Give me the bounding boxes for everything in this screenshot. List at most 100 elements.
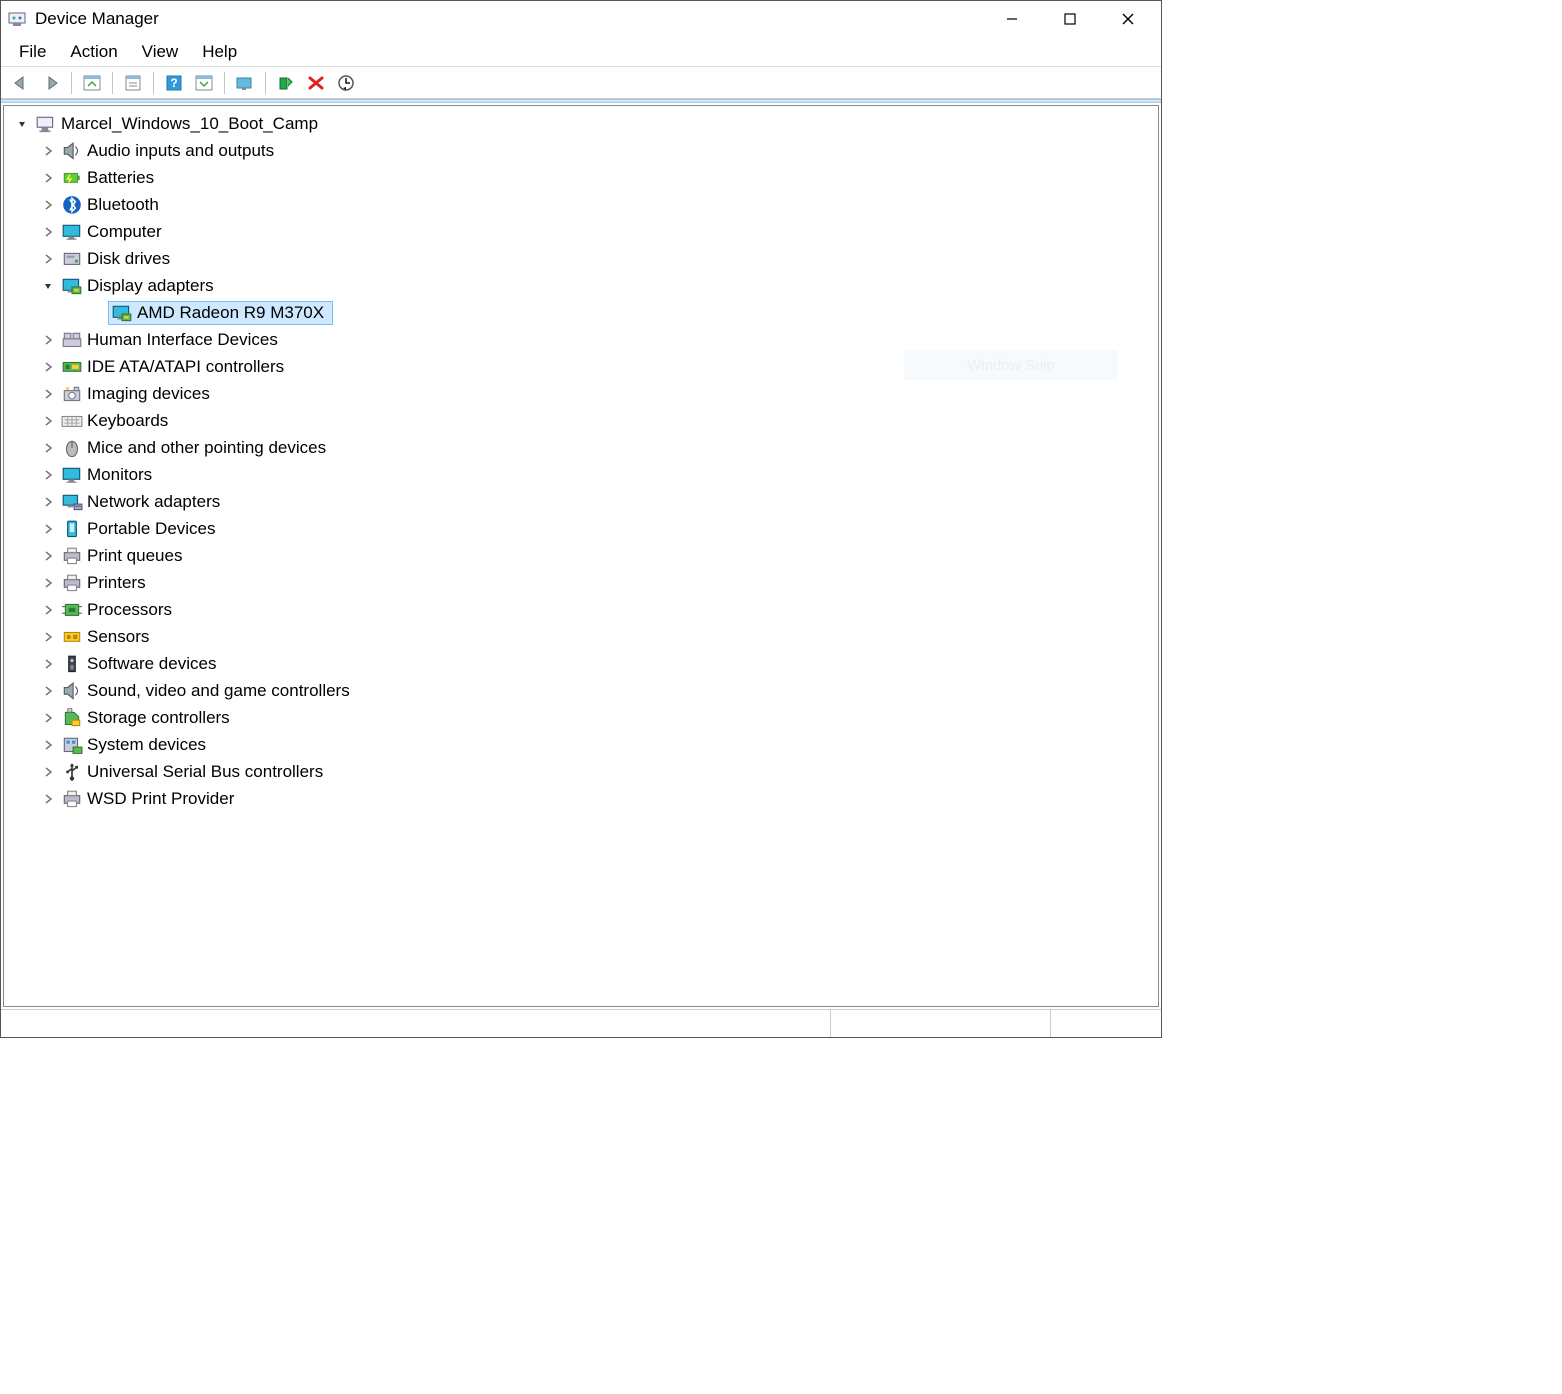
tree-item[interactable]: Marcel_Windows_10_Boot_Camp (4, 110, 1158, 137)
chevron-right-icon[interactable] (40, 224, 56, 240)
tree-item-label: Processors (87, 600, 176, 620)
speaker-icon (61, 681, 83, 701)
scan-hardware-button[interactable] (332, 70, 360, 96)
menu-file[interactable]: File (7, 38, 58, 66)
tree-item[interactable]: WSD Print Provider (4, 785, 1158, 812)
tree-item-label: Batteries (87, 168, 158, 188)
chevron-down-icon[interactable] (40, 278, 56, 294)
properties-button[interactable] (119, 70, 147, 96)
tree-item-label: Mice and other pointing devices (87, 438, 330, 458)
tree-item[interactable]: Universal Serial Bus controllers (4, 758, 1158, 785)
chevron-right-icon[interactable] (40, 494, 56, 510)
tree-item[interactable]: Disk drives (4, 245, 1158, 272)
tree-item[interactable]: Audio inputs and outputs (4, 137, 1158, 164)
show-hidden-button[interactable] (190, 70, 218, 96)
update-driver-button[interactable] (231, 70, 259, 96)
chevron-right-icon[interactable] (40, 629, 56, 645)
chevron-right-icon[interactable] (40, 413, 56, 429)
tree-item-label: Printers (87, 573, 150, 593)
tree-item-label: Bluetooth (87, 195, 163, 215)
chevron-right-icon[interactable] (40, 575, 56, 591)
forward-button[interactable] (37, 70, 65, 96)
chevron-right-icon[interactable] (40, 143, 56, 159)
chevron-right-icon[interactable] (40, 521, 56, 537)
chevron-right-icon[interactable] (40, 710, 56, 726)
hid-icon (61, 330, 83, 350)
tree-item[interactable]: System devices (4, 731, 1158, 758)
system-icon (61, 735, 83, 755)
tree-item[interactable]: Bluetooth (4, 191, 1158, 218)
tree-item[interactable]: Print queues (4, 542, 1158, 569)
back-button[interactable] (7, 70, 35, 96)
enable-device-button[interactable] (272, 70, 300, 96)
tree-item[interactable]: Storage controllers (4, 704, 1158, 731)
tree-item-label: Network adapters (87, 492, 224, 512)
chevron-right-icon[interactable] (40, 683, 56, 699)
chevron-right-icon[interactable] (40, 737, 56, 753)
tree-item-label: Human Interface Devices (87, 330, 282, 350)
help-button[interactable]: ? (160, 70, 188, 96)
display-adapter-icon (61, 276, 83, 296)
tree-item[interactable]: Monitors (4, 461, 1158, 488)
minimize-button[interactable] (983, 1, 1041, 37)
tree-item[interactable]: Sound, video and game controllers (4, 677, 1158, 704)
menu-help[interactable]: Help (190, 38, 249, 66)
statusbar (1, 1009, 1161, 1037)
tree-item[interactable]: Keyboards (4, 407, 1158, 434)
chevron-right-icon[interactable] (40, 764, 56, 780)
window-title: Device Manager (35, 9, 159, 29)
printer-icon (61, 546, 83, 566)
sensor-icon (61, 627, 83, 647)
device-tree[interactable]: Marcel_Windows_10_Boot_CampAudio inputs … (3, 105, 1159, 1007)
tree-item-label: AMD Radeon R9 M370X (137, 303, 328, 323)
close-button[interactable] (1099, 1, 1157, 37)
chevron-right-icon[interactable] (40, 197, 56, 213)
chevron-right-icon[interactable] (40, 791, 56, 807)
printer-icon (61, 789, 83, 809)
chevron-right-icon[interactable] (40, 251, 56, 267)
printer-icon (61, 573, 83, 593)
chevron-right-icon[interactable] (40, 170, 56, 186)
monitor-icon (61, 222, 83, 242)
tree-item[interactable]: Processors (4, 596, 1158, 623)
show-hide-tree-button[interactable] (78, 70, 106, 96)
tree-item[interactable]: Sensors (4, 623, 1158, 650)
menu-view[interactable]: View (130, 38, 191, 66)
chevron-right-icon[interactable] (40, 548, 56, 564)
chevron-right-icon[interactable] (40, 332, 56, 348)
tree-item[interactable]: Mice and other pointing devices (4, 434, 1158, 461)
monitor-icon (61, 465, 83, 485)
chevron-right-icon[interactable] (40, 602, 56, 618)
tree-item-label: Disk drives (87, 249, 174, 269)
tree-item[interactable]: Network adapters (4, 488, 1158, 515)
tree-item[interactable]: Software devices (4, 650, 1158, 677)
tree-item-label: Sensors (87, 627, 153, 647)
tree-item[interactable]: Display adapters (4, 272, 1158, 299)
tree-item[interactable]: Portable Devices (4, 515, 1158, 542)
expander-none (90, 305, 106, 321)
toolbar: ? (1, 67, 1161, 99)
chevron-down-icon[interactable] (14, 116, 30, 132)
chevron-right-icon[interactable] (40, 359, 56, 375)
cpu-icon (61, 600, 83, 620)
tree-item[interactable]: Imaging devices (4, 380, 1158, 407)
battery-icon (61, 168, 83, 188)
tree-item-label: Keyboards (87, 411, 172, 431)
maximize-button[interactable] (1041, 1, 1099, 37)
menu-action[interactable]: Action (58, 38, 129, 66)
chevron-right-icon[interactable] (40, 656, 56, 672)
bluetooth-icon (61, 195, 83, 215)
tree-item[interactable]: Printers (4, 569, 1158, 596)
uninstall-device-button[interactable] (302, 70, 330, 96)
mouse-icon (61, 438, 83, 458)
tree-item[interactable]: AMD Radeon R9 M370X (4, 299, 1158, 326)
tree-item-label: Portable Devices (87, 519, 220, 539)
tree-item-label: Sound, video and game controllers (87, 681, 354, 701)
portable-icon (61, 519, 83, 539)
chevron-right-icon[interactable] (40, 386, 56, 402)
tree-item[interactable]: Computer (4, 218, 1158, 245)
tree-item[interactable]: Human Interface Devices (4, 326, 1158, 353)
tree-item[interactable]: Batteries (4, 164, 1158, 191)
chevron-right-icon[interactable] (40, 467, 56, 483)
chevron-right-icon[interactable] (40, 440, 56, 456)
